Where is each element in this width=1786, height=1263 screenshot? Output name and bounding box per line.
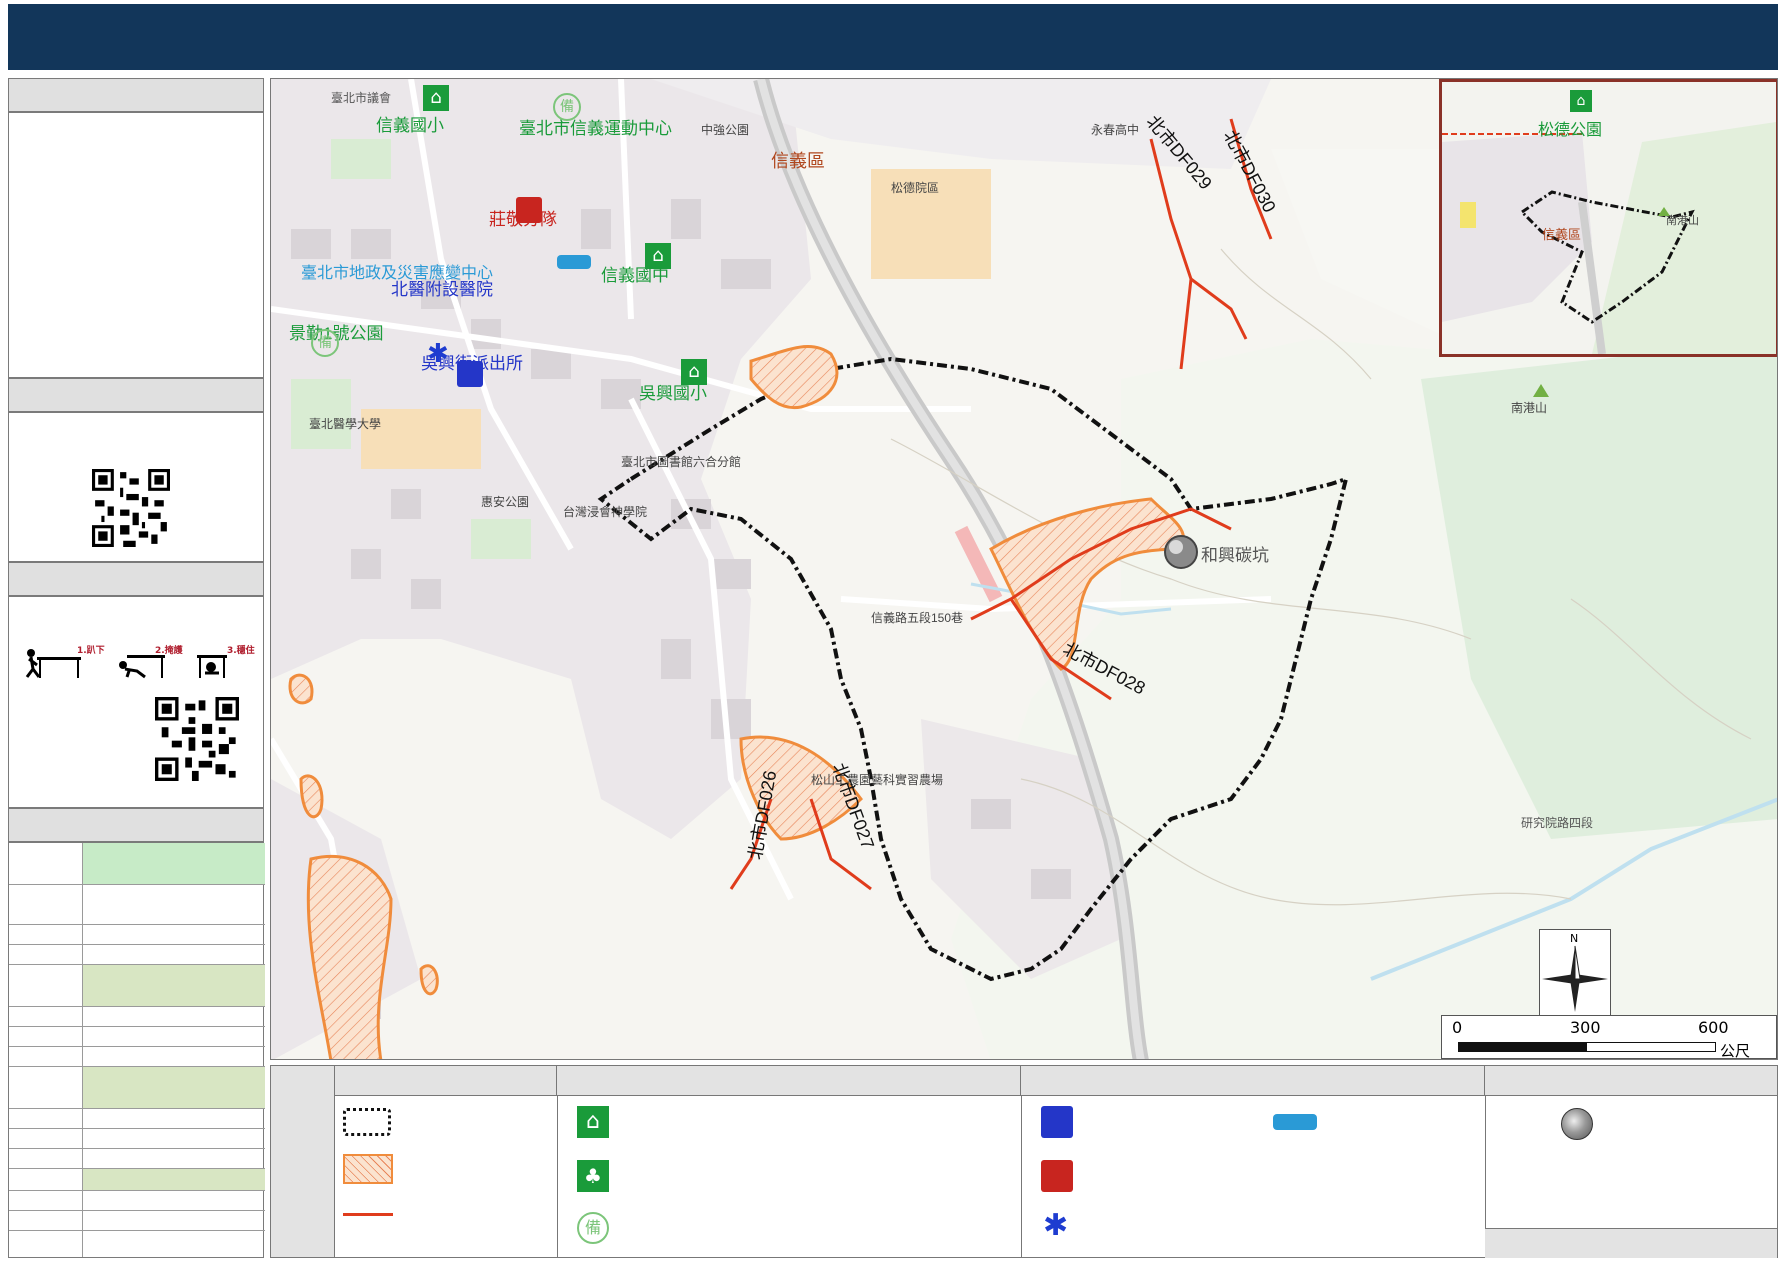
section-header-2: [8, 378, 264, 412]
shelter-icon: ⌂: [577, 1106, 609, 1138]
table-row: [9, 1129, 265, 1149]
table-row: [9, 1191, 265, 1211]
street-label: 臺北市圖書館六合分館: [621, 455, 742, 469]
hazard-symbol: [343, 1154, 393, 1184]
legend-footer: [1485, 1228, 1777, 1258]
table-row: [9, 1149, 265, 1169]
police-icon[interactable]: [457, 361, 483, 387]
table-row: [9, 945, 265, 965]
table-row: [9, 965, 265, 1007]
table-row: [9, 1231, 265, 1257]
hazard-area-5: [419, 964, 439, 996]
reserve-icon: 備: [577, 1212, 609, 1244]
table-row: [9, 885, 265, 925]
table-row: [9, 1169, 265, 1191]
district-label: 信義區: [771, 151, 825, 171]
helicopter-icon[interactable]: [557, 255, 591, 269]
park-icon: ♣: [577, 1160, 609, 1192]
street-label: 臺北市議會: [331, 91, 392, 105]
table-row: [9, 1047, 265, 1067]
qr-box-1: [8, 412, 264, 562]
boundary-symbol: [343, 1108, 391, 1136]
drop-icon: [25, 649, 81, 678]
section-header-3: [8, 562, 264, 596]
legend-header-3: [1021, 1066, 1485, 1096]
drill-label-1: 1.趴下: [77, 646, 105, 656]
street-label: 臺北醫學大學: [309, 417, 382, 431]
place-label: 信義國小: [376, 116, 444, 135]
fire-station-icon: [1041, 1160, 1073, 1192]
street-label: 惠安公園: [481, 495, 530, 509]
legend-header-1: [335, 1066, 557, 1096]
street-label: 南港山: [1511, 401, 1548, 415]
qr-code-icon[interactable]: [91, 469, 171, 547]
table-row: [9, 1109, 265, 1129]
street-label: 台灣浸會神學院: [563, 505, 648, 519]
scale-tick: 0: [1452, 1018, 1463, 1037]
scale-bar: 0 300 600 公尺: [1441, 1015, 1777, 1059]
drill-label-2: 2.掩護: [155, 646, 183, 656]
place-label: 和興碳坑: [1201, 546, 1269, 565]
reserve-icon[interactable]: 備: [553, 93, 581, 121]
scale-unit: 公尺: [1720, 1042, 1751, 1060]
scale-tick: 600: [1698, 1018, 1729, 1037]
place-label: 北醫附設醫院: [391, 280, 493, 299]
info-table: [8, 842, 265, 1258]
fire-station-icon[interactable]: [516, 197, 542, 223]
legend-side-header: [271, 1066, 335, 1257]
inset-map[interactable]: ⌂ 松德公園 信義區 南港山: [1439, 79, 1777, 357]
shelter-icon[interactable]: ⌂: [681, 359, 707, 385]
title-bar: [8, 4, 1778, 70]
legend-panel: ⌂ ♣ 備 ✱: [270, 1065, 1778, 1258]
street-label: 信義路五段150巷: [871, 611, 964, 625]
map-panel[interactable]: 信義區 臺北市信義運動中心 信義國小 信義國中 吳興國小 莊敬分隊 臺北市地政及…: [270, 78, 1778, 1060]
sidebar: 1.趴下 2.掩護 3.穩住: [8, 78, 265, 1258]
inset-district-label: 信義區: [1542, 227, 1582, 242]
inset-peak-label: 南港山: [1666, 215, 1699, 227]
street-label: 研究院路四段: [1521, 816, 1594, 830]
table-row: [9, 1027, 265, 1047]
inset-park-label: 松德公園: [1538, 122, 1603, 139]
hazard-area-7: [288, 673, 314, 705]
hospital-icon[interactable]: ✱: [427, 339, 449, 369]
police-icon: [1041, 1106, 1073, 1138]
street-label: 永春高中: [1091, 123, 1140, 137]
hospital-icon: ✱: [1043, 1208, 1069, 1243]
north-arrow: N: [1539, 929, 1611, 1017]
info-box: [8, 112, 264, 378]
table-row: [9, 1067, 265, 1109]
reserve-icon[interactable]: 備: [311, 329, 339, 357]
helicopter-icon: [1273, 1114, 1317, 1130]
street-label: 松德院區: [891, 181, 940, 195]
debris-symbol: [343, 1213, 393, 1216]
scale-tick: 300: [1570, 1018, 1601, 1037]
table-row: [9, 1211, 265, 1231]
legend-header-2: [557, 1066, 1021, 1096]
table-row: [9, 843, 265, 885]
park-icon: ⌂: [1570, 90, 1592, 112]
shelter-icon[interactable]: ⌂: [645, 243, 671, 269]
shelter-icon[interactable]: ⌂: [423, 85, 449, 111]
drill-label-3: 3.穩住: [227, 646, 255, 656]
street-label: 中強公園: [701, 123, 750, 137]
place-label: 臺北市信義運動中心: [519, 119, 672, 138]
mine-icon: [1164, 535, 1198, 569]
table-row: [9, 925, 265, 945]
legend-header-4: [1485, 1066, 1777, 1096]
qr-code-icon[interactable]: [155, 697, 239, 781]
section-header-1: [8, 78, 264, 112]
mine-icon: [1561, 1108, 1593, 1140]
drill-box: 1.趴下 2.掩護 3.穩住: [8, 596, 264, 808]
table-row: [9, 1007, 265, 1027]
section-header-4: [8, 808, 264, 842]
